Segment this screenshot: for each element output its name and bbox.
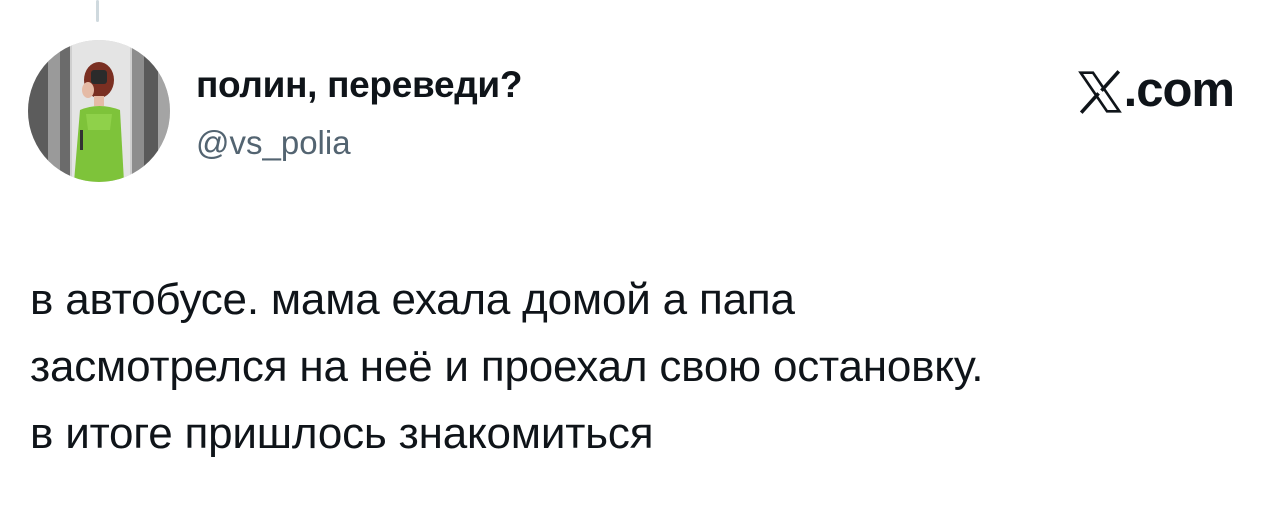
avatar[interactable] bbox=[28, 40, 170, 182]
thread-connector-line bbox=[96, 0, 99, 22]
avatar-photo bbox=[28, 40, 170, 182]
display-name[interactable]: полин, переведи? bbox=[196, 64, 522, 106]
tweet-text-line: засмотрелся на неё и проехал свою остано… bbox=[30, 342, 984, 391]
user-handle[interactable]: @vs_polia bbox=[196, 124, 351, 162]
brand-logo: .com bbox=[1077, 62, 1235, 118]
tweet-text: в автобусе. мама ехала домой а папа засм… bbox=[30, 266, 1260, 467]
tweet-text-line: в итоге пришлось знакомиться bbox=[30, 409, 654, 458]
tweet-text-line: в автобусе. мама ехала домой а папа bbox=[30, 275, 795, 324]
brand-suffix: .com bbox=[1123, 63, 1235, 117]
x-logo-icon bbox=[1077, 70, 1122, 114]
